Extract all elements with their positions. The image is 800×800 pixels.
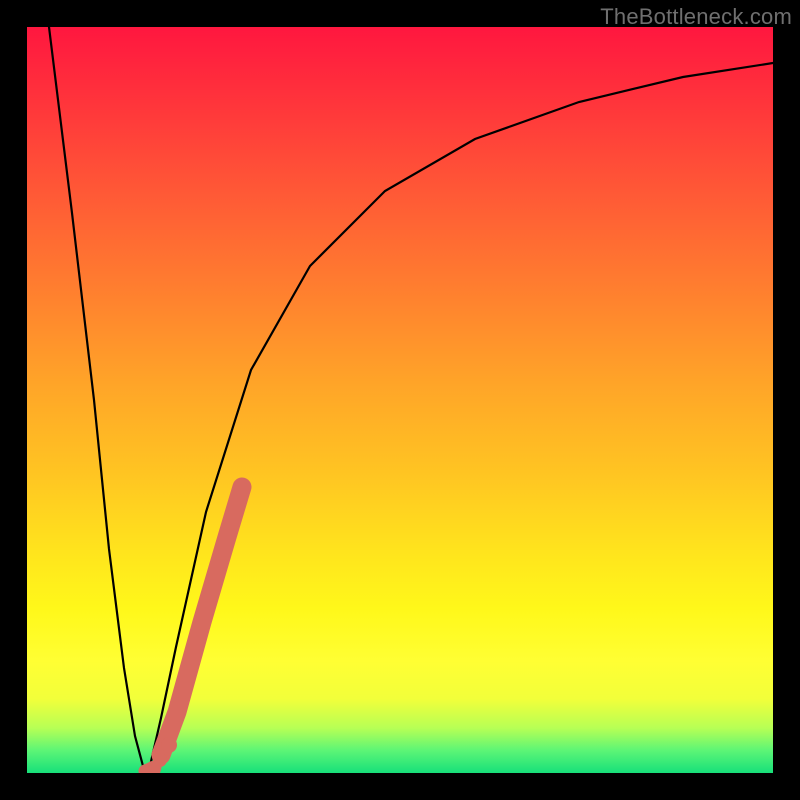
marker-dot — [161, 737, 177, 753]
bottleneck-curve — [49, 27, 773, 773]
marker-hook — [145, 767, 155, 771]
plot-area — [27, 27, 773, 773]
chart-overlay — [27, 27, 773, 773]
watermark-text: TheBottleneck.com — [600, 4, 792, 30]
chart-frame: TheBottleneck.com — [0, 0, 800, 800]
